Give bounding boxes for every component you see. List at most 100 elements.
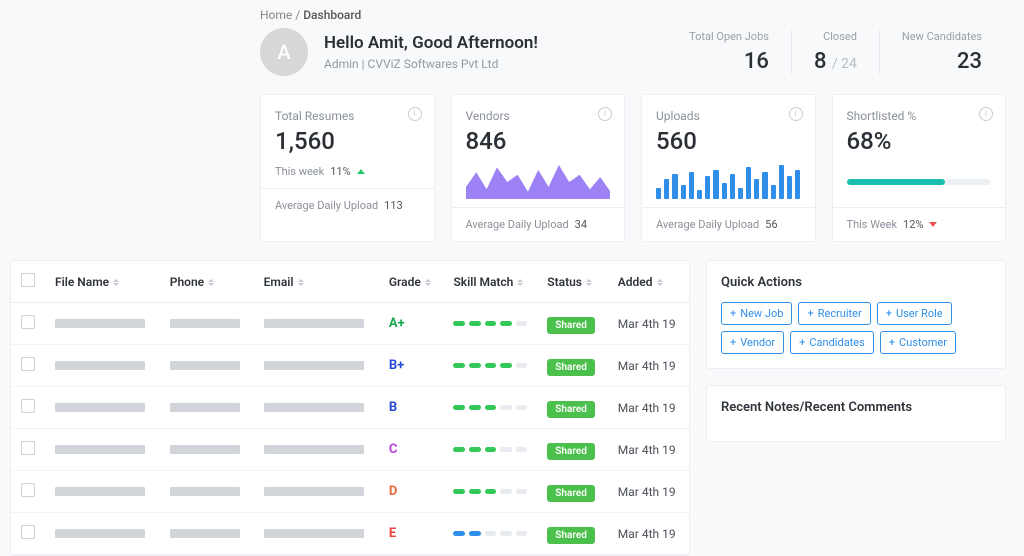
status-badge: Shared [547,443,595,460]
row-checkbox[interactable] [21,525,35,539]
progress-bar [847,165,992,199]
bar-chart [656,165,801,199]
quick-action-recruiter[interactable]: +Recruiter [798,302,870,325]
added-date: Mar 4th 19 [608,471,689,513]
table-row[interactable]: D Shared Mar 4th 19 [11,471,689,513]
quick-action-user-role[interactable]: +User Role [877,302,952,325]
table-row[interactable]: BSharedMar 4th 19 [11,387,689,429]
col-added[interactable]: Added [618,275,653,289]
redacted-text [264,445,364,454]
breadcrumb-current: Dashboard [303,8,361,22]
plus-icon: + [730,308,736,319]
quick-actions-card: Quick Actions +New Job+Recruiter+User Ro… [706,260,1006,369]
card-footer: Average Daily Upload 34 [452,207,625,241]
plus-icon: + [807,308,813,319]
closed-label: Closed [814,30,857,43]
header-row: A Hello Amit, Good Afternoon! Admin | CV… [0,28,1024,94]
caret-down-icon [929,222,937,227]
card-vendors: i Vendors 846 Average Daily Upload 34 [451,94,626,242]
row-checkbox[interactable] [21,441,35,455]
card-shortlisted: i Shortlisted % 68% This Week 12% [832,94,1007,242]
info-icon[interactable]: i [789,107,803,121]
redacted-text [55,445,145,454]
grade-value: B [389,400,397,415]
caret-up-icon [357,169,365,174]
skill-match-bar [453,489,527,494]
added-date: Mar 4th 19 [608,303,689,345]
added-date: Mar 4th 19 [608,387,689,429]
new-candidates-value: 23 [902,49,982,74]
avatar[interactable]: A [260,28,308,76]
col-grade[interactable]: Grade [389,275,421,289]
redacted-text [55,487,145,496]
info-icon[interactable]: i [408,107,422,121]
redacted-text [170,361,240,370]
status-badge: Shared [547,317,595,334]
plus-icon: + [730,337,736,348]
breadcrumb-home[interactable]: Home [260,8,292,22]
card-uploads: i Uploads 560 Average Daily Upload 56 [641,94,816,242]
grade-value: C [389,442,398,457]
open-jobs-value: 16 [689,49,769,74]
recent-notes-card: Recent Notes/Recent Comments [706,385,1006,442]
grade-value: E [389,526,396,541]
row-checkbox[interactable] [21,357,35,371]
quick-action-label: Vendor [740,336,775,349]
status-badge: Shared [547,527,595,544]
card-footer: This Week 12% [833,207,1006,241]
card-value: 68% [847,127,992,155]
redacted-text [264,319,364,328]
col-skill-match[interactable]: Skill Match [453,275,513,289]
quick-action-label: User Role [896,307,943,320]
info-icon[interactable]: i [979,107,993,121]
col-email[interactable]: Email [264,275,294,289]
status-badge: Shared [547,485,595,502]
table-row[interactable]: B+ Shared Mar 4th 19 [11,345,689,387]
select-all-checkbox[interactable] [21,273,35,287]
skill-match-bar [453,321,527,326]
col-status[interactable]: Status [547,275,582,289]
quick-action-vendor[interactable]: + Vendor [721,331,784,354]
card-footer: Average Daily Upload 56 [642,207,815,241]
card-value: 846 [466,127,611,155]
col-file-name[interactable]: File Name [55,275,109,289]
card-subline: This week 11% [275,165,420,178]
grade-value: A+ [389,316,405,331]
role-text: Admin | CVViZ Softwares Pvt Ltd [324,57,538,71]
breadcrumb: Home / Dashboard [0,0,1024,28]
quick-action-new-job[interactable]: + New Job [721,302,792,325]
redacted-text [264,361,364,370]
redacted-text [170,445,240,454]
card-title: Shortlisted % [847,109,992,123]
redacted-text [55,319,145,328]
table-row[interactable]: A+ Shared Mar 4th 19 [11,303,689,345]
table-row[interactable]: ESharedMar 4th 19 [11,513,689,555]
table-row[interactable]: C Shared Mar 4th 19 [11,429,689,471]
quick-action-candidates[interactable]: +Candidates [790,331,874,354]
closed-value: 8 / 24 [814,49,857,74]
grade-value: B+ [389,358,404,373]
row-checkbox[interactable] [21,315,35,329]
added-date: Mar 4th 19 [608,345,689,387]
skill-match-bar [453,405,527,410]
skill-match-bar [453,531,527,536]
row-checkbox[interactable] [21,483,35,497]
card-title: Uploads [656,109,801,123]
new-candidates-label: New Candidates [902,30,982,43]
plus-icon: + [799,337,805,348]
row-checkbox[interactable] [21,399,35,413]
grade-value: D [389,484,397,499]
card-title: Total Resumes [275,109,420,123]
plus-icon: + [889,337,895,348]
col-phone[interactable]: Phone [170,275,204,289]
added-date: Mar 4th 19 [608,429,689,471]
card-value: 560 [656,127,801,155]
recent-notes-title: Recent Notes/Recent Comments [721,400,991,415]
card-total-resumes: i Total Resumes 1,560 This week 11% Aver… [260,94,435,242]
candidates-table: File Name Phone Email Grade Skill Match … [10,260,690,556]
status-badge: Shared [547,359,595,376]
redacted-text [264,487,364,496]
quick-action-customer[interactable]: +Customer [880,331,956,354]
quick-action-label: New Job [740,307,783,320]
info-icon[interactable]: i [598,107,612,121]
